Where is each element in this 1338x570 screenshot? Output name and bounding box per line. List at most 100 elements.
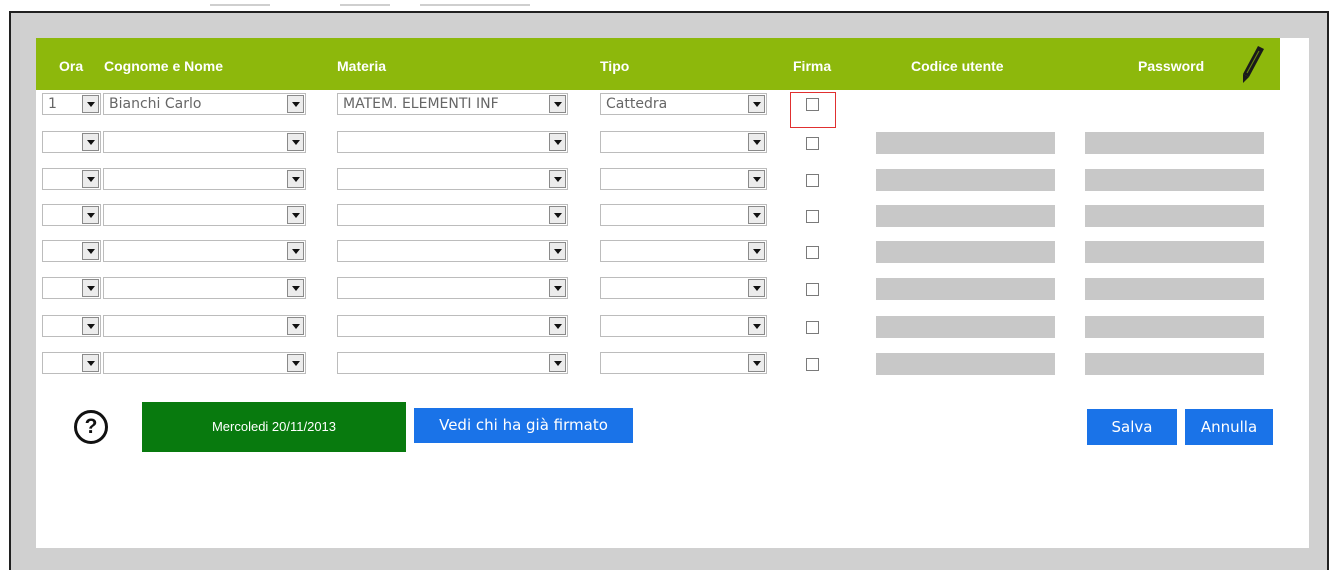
- chevron-down-icon[interactable]: [549, 242, 566, 260]
- column-header-tipo: Tipo: [600, 58, 630, 74]
- chevron-down-icon[interactable]: [287, 317, 304, 335]
- chevron-down-icon[interactable]: [549, 317, 566, 335]
- materia-select-value: MATEM. ELEMENTI INF: [343, 96, 499, 112]
- annulla-button[interactable]: Annulla: [1185, 409, 1273, 445]
- chevron-down-icon[interactable]: [748, 317, 765, 335]
- ghost-text-line: [210, 4, 270, 6]
- cognome-nome-select[interactable]: [103, 352, 306, 374]
- chevron-down-icon[interactable]: [82, 317, 99, 335]
- chevron-down-icon[interactable]: [748, 279, 765, 297]
- firma-checkbox[interactable]: [806, 210, 819, 223]
- password-field: [1085, 353, 1264, 375]
- materia-select[interactable]: [337, 168, 568, 190]
- tipo-select[interactable]: [600, 204, 767, 226]
- materia-select[interactable]: [337, 352, 568, 374]
- password-field: [1085, 169, 1264, 191]
- materia-select[interactable]: [337, 204, 568, 226]
- ora-select[interactable]: [42, 168, 101, 190]
- codice-utente-field: [876, 205, 1055, 227]
- ghost-text-line: [340, 4, 390, 6]
- password-field: [1085, 241, 1264, 263]
- chevron-down-icon[interactable]: [82, 206, 99, 224]
- codice-utente-field: [876, 316, 1055, 338]
- right-margin: [1329, 11, 1338, 570]
- ghost-text-line: [420, 4, 530, 6]
- salva-button[interactable]: Salva: [1087, 409, 1177, 445]
- firma-checkbox-highlight: [790, 92, 836, 128]
- codice-utente-field: [876, 132, 1055, 154]
- tipo-select[interactable]: [600, 315, 767, 337]
- codice-utente-field: [876, 278, 1055, 300]
- date-button[interactable]: Mercoledi 20/11/2013: [142, 402, 406, 452]
- cognome-nome-select[interactable]: [103, 277, 306, 299]
- firma-checkbox[interactable]: [806, 246, 819, 259]
- column-header-password: Password: [1138, 58, 1205, 74]
- ora-select[interactable]: [42, 315, 101, 337]
- ora-select[interactable]: [42, 352, 101, 374]
- chevron-down-icon[interactable]: [82, 95, 99, 113]
- vedi-chi-ha-firmato-button[interactable]: Vedi chi ha già firmato: [414, 408, 633, 443]
- ora-select[interactable]: 1: [42, 93, 101, 115]
- tipo-select[interactable]: [600, 240, 767, 262]
- pencil-icon[interactable]: [1238, 42, 1268, 86]
- materia-select[interactable]: [337, 315, 568, 337]
- cognome-nome-select[interactable]: [103, 240, 306, 262]
- firma-checkbox[interactable]: [806, 358, 819, 371]
- firma-checkbox[interactable]: [806, 137, 819, 150]
- tipo-select[interactable]: [600, 277, 767, 299]
- column-header-cognome-nome: Cognome e Nome: [104, 58, 224, 74]
- ora-select-value: 1: [48, 96, 57, 112]
- password-field: [1085, 132, 1264, 154]
- firma-checkbox[interactable]: [806, 321, 819, 334]
- ora-select[interactable]: [42, 240, 101, 262]
- tipo-select-value: Cattedra: [606, 96, 668, 112]
- materia-select[interactable]: [337, 240, 568, 262]
- top-strip: [0, 0, 1338, 11]
- chevron-down-icon[interactable]: [287, 242, 304, 260]
- chevron-down-icon[interactable]: [748, 170, 765, 188]
- chevron-down-icon[interactable]: [549, 170, 566, 188]
- ora-select[interactable]: [42, 277, 101, 299]
- tipo-select[interactable]: [600, 131, 767, 153]
- materia-select[interactable]: [337, 131, 568, 153]
- column-header-codice-utente: Codice utente: [911, 58, 1004, 74]
- chevron-down-icon[interactable]: [287, 170, 304, 188]
- tipo-select[interactable]: [600, 352, 767, 374]
- cognome-nome-select[interactable]: [103, 168, 306, 190]
- chevron-down-icon[interactable]: [287, 206, 304, 224]
- chevron-down-icon[interactable]: [748, 242, 765, 260]
- help-icon[interactable]: ?: [74, 410, 108, 444]
- chevron-down-icon[interactable]: [748, 354, 765, 372]
- chevron-down-icon[interactable]: [549, 279, 566, 297]
- cognome-nome-select[interactable]: [103, 131, 306, 153]
- tipo-select[interactable]: [600, 168, 767, 190]
- chevron-down-icon[interactable]: [287, 95, 304, 113]
- column-header-firma: Firma: [793, 58, 832, 74]
- chevron-down-icon[interactable]: [748, 133, 765, 151]
- chevron-down-icon[interactable]: [748, 95, 765, 113]
- cognome-nome-select[interactable]: [103, 315, 306, 337]
- chevron-down-icon[interactable]: [549, 206, 566, 224]
- chevron-down-icon[interactable]: [82, 354, 99, 372]
- firma-checkbox[interactable]: [806, 174, 819, 187]
- ora-select[interactable]: [42, 204, 101, 226]
- ora-select[interactable]: [42, 131, 101, 153]
- firma-checkbox[interactable]: [806, 283, 819, 296]
- password-field: [1085, 278, 1264, 300]
- chevron-down-icon[interactable]: [748, 206, 765, 224]
- chevron-down-icon[interactable]: [549, 133, 566, 151]
- materia-select[interactable]: MATEM. ELEMENTI INF: [337, 93, 568, 115]
- chevron-down-icon[interactable]: [82, 279, 99, 297]
- chevron-down-icon[interactable]: [549, 95, 566, 113]
- chevron-down-icon[interactable]: [82, 170, 99, 188]
- chevron-down-icon[interactable]: [287, 279, 304, 297]
- chevron-down-icon[interactable]: [82, 133, 99, 151]
- chevron-down-icon[interactable]: [82, 242, 99, 260]
- cognome-nome-select[interactable]: [103, 204, 306, 226]
- chevron-down-icon[interactable]: [287, 354, 304, 372]
- chevron-down-icon[interactable]: [287, 133, 304, 151]
- tipo-select[interactable]: Cattedra: [600, 93, 767, 115]
- materia-select[interactable]: [337, 277, 568, 299]
- chevron-down-icon[interactable]: [549, 354, 566, 372]
- cognome-nome-select[interactable]: Bianchi Carlo: [103, 93, 306, 115]
